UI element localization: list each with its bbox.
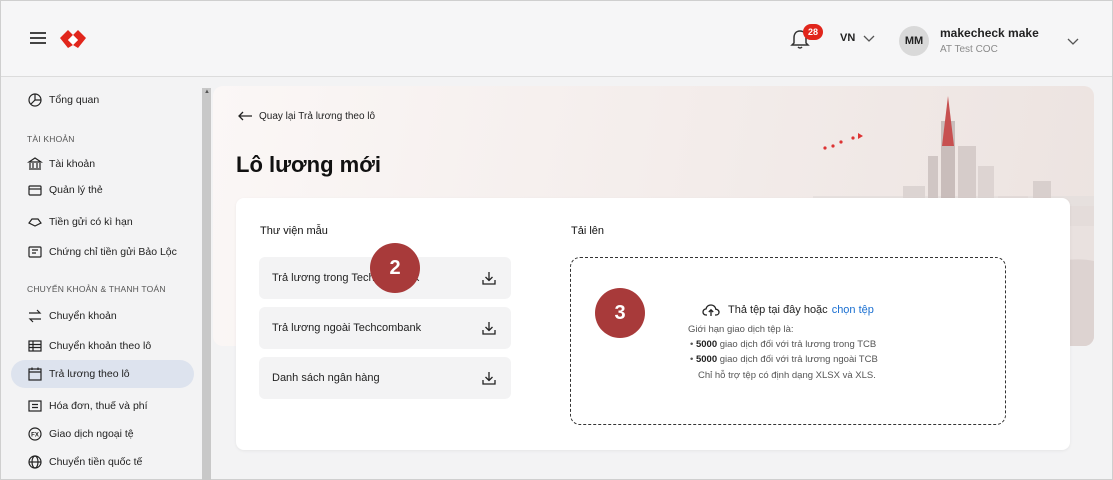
upload-title: Tải lên: [571, 225, 605, 237]
transfer-icon: [28, 309, 42, 323]
sidebar-section-transfers: CHUYỂN KHOẢN & THANH TOÁN: [27, 284, 166, 294]
sidebar-item-label: Tài khoản: [49, 158, 96, 170]
limit-count: 5000: [695, 354, 718, 365]
sidebar-item-label: Chuyển khoản: [49, 310, 117, 322]
download-icon[interactable]: [481, 320, 497, 336]
sidebar-item-term-deposit[interactable]: Tiền gửi có kì hạn: [11, 208, 194, 236]
choose-file-link[interactable]: chọn tệp: [832, 304, 874, 316]
sidebar-item-label: Quản lý thẻ: [49, 184, 103, 196]
calendar-icon: [28, 367, 42, 381]
sidebar-item-label: Tổng quan: [49, 94, 100, 106]
bill-icon: [28, 400, 42, 412]
language-selector[interactable]: VN: [840, 32, 855, 44]
sidebar-section-accounts: TÀI KHOẢN: [27, 134, 75, 144]
bank-icon: [27, 157, 43, 170]
back-link[interactable]: Quay lại Trả lương theo lô: [237, 110, 375, 122]
scroll-up-icon[interactable]: ▲: [204, 89, 210, 95]
batch-icon: [28, 340, 42, 352]
avatar[interactable]: MM: [899, 26, 929, 56]
sidebar-item-label: Hóa đơn, thuế và phí: [49, 400, 148, 412]
step-badge: 3: [595, 288, 645, 338]
back-link-label: Quay lại Trả lương theo lô: [259, 110, 376, 122]
notification-badge: 28: [803, 24, 823, 40]
techcombank-logo[interactable]: [58, 28, 88, 48]
sidebar-item-transfer[interactable]: Chuyển khoản: [11, 302, 194, 330]
card-icon: [28, 185, 42, 196]
limit-text: giao dịch đối với trả lương trong TCB: [719, 339, 877, 350]
svg-text:FX: FX: [31, 433, 39, 439]
sidebar-item-international[interactable]: Chuyển tiền quốc tế: [11, 448, 194, 476]
user-name: makecheck make: [940, 26, 1039, 40]
deposit-icon: [28, 218, 42, 227]
template-download-bank-list[interactable]: Danh sách ngân hàng: [259, 357, 511, 399]
sidebar-item-label: Chuyển tiền quốc tế: [49, 456, 143, 468]
globe-icon: [28, 455, 42, 469]
limit-text: giao dịch đối với trả lương ngoài TCB: [719, 354, 878, 365]
sidebar-item-label: Tiền gửi có kì hạn: [49, 216, 133, 228]
arrow-left-icon: [238, 111, 252, 121]
fx-icon: FX: [28, 427, 42, 441]
format-note: Chỉ hỗ trợ tệp có định dạng XLSX và XLS.: [698, 370, 876, 381]
download-icon[interactable]: [481, 270, 497, 286]
page-title: Lô lương mới: [236, 152, 381, 177]
step-badge: 2: [370, 243, 420, 293]
sidebar-item-label: Giao dịch ngoại tệ: [49, 428, 134, 440]
limit-internal: • 5000 giao dịch đối với trả lương trong…: [690, 339, 877, 350]
sidebar-item-accounts[interactable]: Tài khoản: [11, 150, 194, 178]
sidebar-item-fx[interactable]: FX Giao dịch ngoại tệ: [11, 420, 194, 448]
limit-external: • 5000 giao dịch đối với trả lương ngoài…: [690, 354, 878, 365]
sidebar-item-label: Chứng chỉ tiền gửi Bảo Lộc: [49, 246, 177, 258]
sidebar-item-batch-transfer[interactable]: Chuyển khoản theo lô: [11, 332, 194, 360]
chevron-down-icon[interactable]: [1066, 36, 1080, 46]
sidebar-item-label: Trả lương theo lô: [49, 368, 130, 380]
template-label: Danh sách ngân hàng: [272, 372, 380, 384]
limit-title: Giới hạn giao dịch tệp là:: [688, 324, 794, 335]
chevron-down-icon[interactable]: [862, 33, 876, 43]
dropzone-text: Thả tệp tại đây hoặc: [728, 304, 828, 316]
sidebar-item-bills[interactable]: Hóa đơn, thuế và phí: [11, 392, 194, 420]
pie-chart-icon: [28, 93, 42, 107]
cloud-upload-icon: [702, 304, 720, 316]
sidebar-item-batch-payroll[interactable]: Trả lương theo lô: [11, 360, 194, 388]
user-organization: AT Test COC: [940, 44, 998, 55]
sidebar-scrollbar[interactable]: [202, 88, 211, 480]
sidebar: Tổng quan TÀI KHOẢN Tài khoản Quản lý th…: [1, 78, 201, 479]
dropzone-heading: Thả tệp tại đây hoặc chọn tệp: [702, 303, 874, 317]
template-label: Trả lương ngoài Techcombank: [272, 322, 422, 334]
sidebar-item-overview[interactable]: Tổng quan: [11, 86, 194, 114]
sidebar-item-label: Chuyển khoản theo lô: [49, 340, 152, 352]
template-library-title: Thư viện mẫu: [260, 225, 328, 237]
limit-count: 5000: [695, 339, 718, 350]
download-icon[interactable]: [481, 370, 497, 386]
template-download-external[interactable]: Trả lương ngoài Techcombank: [259, 307, 511, 349]
sidebar-item-certificate[interactable]: Chứng chỉ tiền gửi Bảo Lộc: [11, 238, 194, 266]
menu-icon[interactable]: [30, 32, 46, 44]
certificate-icon: [28, 246, 42, 258]
sidebar-item-cards[interactable]: Quản lý thẻ: [11, 176, 194, 204]
